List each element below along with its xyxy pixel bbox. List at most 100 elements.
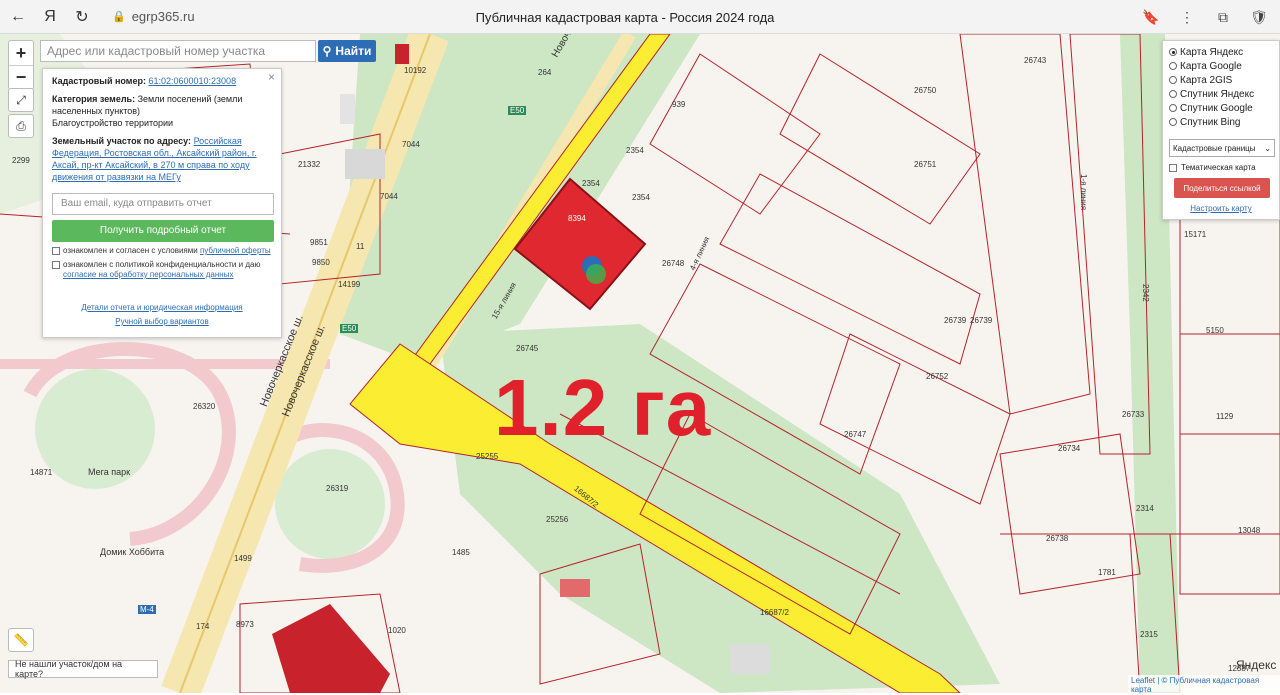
search-button[interactable]: ⚲ Найти (318, 40, 376, 62)
layer-label: Карта 2GIS (1180, 74, 1233, 86)
area-label: 1.2 га (494, 363, 712, 452)
search-button-label: Найти (335, 44, 372, 58)
layer-label: Карта Яндекс (1180, 46, 1244, 58)
parcel-number: 1129 (1216, 412, 1234, 421)
layer-option[interactable]: Спутник Google (1169, 101, 1273, 115)
privacy-link[interactable]: согласие на обработку персональных данны… (63, 270, 233, 279)
layer-option[interactable]: Карта Google (1169, 59, 1273, 73)
radio-button[interactable] (1169, 118, 1177, 126)
zoom-in-button[interactable]: + (9, 41, 33, 65)
building (730, 644, 770, 674)
radio-button[interactable] (1169, 104, 1177, 112)
fullscreen-icon[interactable]: ⤢ (8, 88, 34, 112)
layer-option[interactable]: Спутник Яндекс (1169, 87, 1273, 101)
get-report-button[interactable]: Получить подробный отчет (52, 220, 274, 242)
parcel-number: 26745 (516, 344, 539, 353)
building (340, 94, 355, 124)
parcel-number: 2354 (632, 193, 650, 202)
parcel-number: 26748 (662, 259, 685, 268)
building (560, 579, 590, 597)
layer-option[interactable]: Карта 2GIS (1169, 73, 1273, 87)
building (345, 149, 385, 179)
checkbox[interactable] (52, 261, 60, 269)
parcel-number: 26739 (944, 316, 967, 325)
not-found-button[interactable]: Не нашли участок/дом на карте? (8, 659, 158, 679)
parcel-number: 1499 (234, 554, 252, 563)
layer-label: Спутник Яндекс (1180, 88, 1255, 100)
parcel-number: 264 (538, 68, 552, 77)
zoom-out-button[interactable]: − (9, 65, 33, 89)
yandex-icon[interactable]: Я (36, 3, 64, 31)
parcel-number: 15171 (1184, 230, 1207, 239)
menu-icon[interactable]: ⋮ (1174, 4, 1200, 30)
m4-badge: M-4 (138, 605, 156, 614)
parcel-number: 26747 (844, 430, 867, 439)
configure-map-link[interactable]: Настроить карту (1169, 204, 1273, 213)
cadastral-number-link[interactable]: 61:02:0600010:23008 (148, 76, 236, 86)
search-input[interactable]: Адрес или кадастровый номер участка (40, 40, 316, 62)
consent-offer[interactable]: ознакомлен и согласен с условиями публич… (52, 246, 272, 256)
e50-badge: E50 (340, 324, 359, 333)
thematic-toggle[interactable]: Тематическая карта (1169, 163, 1273, 172)
back-icon[interactable]: ← (4, 3, 32, 31)
parcel-number: 8973 (236, 620, 254, 629)
url-text: egrp365.ru (131, 9, 195, 24)
parcel-number: 9851 (310, 238, 328, 247)
radio-button[interactable] (1169, 76, 1177, 84)
boundaries-select[interactable]: Кадастровые границы ⌄ (1169, 139, 1275, 157)
green-area (275, 449, 385, 559)
zoom-control: + − (8, 40, 34, 90)
layer-option[interactable]: Карта Яндекс (1169, 45, 1273, 59)
yandex-logo: Яндекс (1236, 658, 1277, 672)
reload-icon[interactable]: ↻ (68, 3, 96, 31)
layer-label: Спутник Google (1180, 102, 1253, 114)
email-input[interactable]: Ваш email, куда отправить отчет (52, 193, 274, 215)
parcel-number: 2354 (626, 146, 644, 155)
parcel-number: 5150 (1206, 326, 1224, 335)
parcel-number: 2354 (582, 179, 600, 188)
checkbox[interactable] (1169, 163, 1177, 172)
details-link[interactable]: Детали отчета и юридическая информация (52, 302, 272, 314)
cadastral-label: Кадастровый номер: (52, 76, 146, 86)
browser-toolbar: ← Я ↻ 🔒 egrp365.ru Публичная кадастровая… (0, 0, 1280, 34)
radio-button[interactable] (1169, 48, 1177, 56)
extension-icon[interactable]: ⧉ (1210, 4, 1236, 30)
parcel-number: 26734 (1058, 444, 1081, 453)
parcel-number: 21332 (298, 160, 321, 169)
radio-button[interactable] (1169, 62, 1177, 70)
manual-select-link[interactable]: Ручной выбор вариантов (52, 316, 272, 328)
parcel-info-panel: × Кадастровый номер: 61:02:0600010:23008… (42, 68, 282, 338)
parcel-number: 26750 (914, 86, 937, 95)
parcel-number: 11 (356, 242, 365, 251)
parcel-number: 26320 (193, 402, 216, 411)
parcel-number: 26751 (914, 160, 937, 169)
close-icon[interactable]: × (268, 71, 275, 83)
bookmark-icon[interactable]: 🔖 (1138, 4, 1164, 30)
address-bar[interactable]: 🔒 egrp365.ru (104, 5, 203, 29)
place-label-megapark: Мега парк (88, 467, 131, 477)
offer-link[interactable]: публичной оферты (200, 246, 271, 255)
layer-option[interactable]: Спутник Bing (1169, 115, 1273, 129)
search-icon: ⚲ (322, 44, 332, 58)
parcel-number: 7044 (402, 140, 420, 149)
checkbox[interactable] (52, 247, 60, 255)
shield-icon[interactable]: 🛡 (1246, 4, 1272, 30)
e50-badge: E50 (508, 106, 527, 115)
parcel-number: 2299 (12, 156, 30, 165)
share-link-button[interactable]: Поделиться ссылкой (1174, 178, 1270, 198)
parcel-number: 9850 (312, 258, 330, 267)
place-label-hobbit: Домик Хоббита (100, 547, 165, 557)
consent-privacy[interactable]: ознакомлен с политикой конфиденциальност… (52, 260, 272, 280)
parcel-number: 25256 (546, 515, 569, 524)
parcel-number: 7044 (380, 192, 398, 201)
select-value: Кадастровые границы (1173, 143, 1256, 153)
parcel-number: 939 (672, 100, 686, 109)
radio-button[interactable] (1169, 90, 1177, 98)
print-icon[interactable]: ⎙ (8, 114, 34, 138)
parcel-number: 1020 (388, 626, 406, 635)
ruler-icon[interactable]: 📏 (8, 628, 34, 652)
highlighted-parcel-label: 8394 (568, 214, 586, 223)
parcel-number: 14871 (30, 468, 53, 477)
thematic-label: Тематическая карта (1181, 163, 1256, 172)
map-attribution[interactable]: Leaflet | © Публичная кадастровая карта (1128, 675, 1280, 695)
